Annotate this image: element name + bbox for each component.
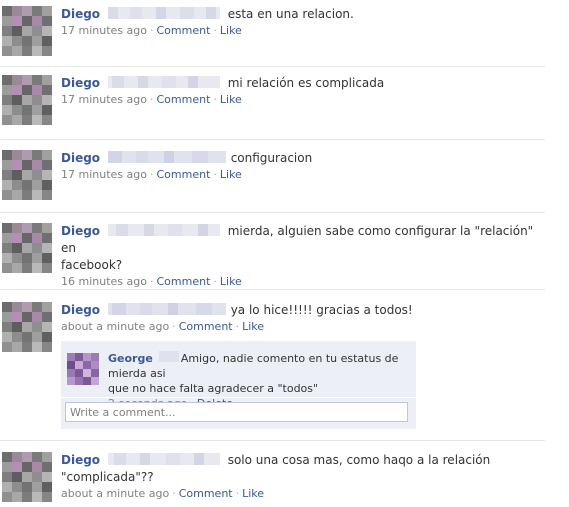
divider	[0, 66, 545, 67]
status-text-continued: facebook?	[61, 258, 123, 272]
status-text: mi relación es complicada	[227, 76, 385, 90]
divider	[0, 440, 545, 441]
redacted-surname	[107, 224, 220, 236]
avatar[interactable]	[2, 302, 52, 352]
avatar[interactable]	[67, 353, 99, 385]
avatar[interactable]	[2, 150, 52, 200]
like-link[interactable]: Like	[242, 320, 264, 333]
comment: George Amigo, nadie comento en tu estatus…	[65, 345, 412, 410]
comment-link[interactable]: Comment	[156, 275, 210, 288]
comment-link[interactable]: Comment	[156, 93, 210, 106]
story-meta: 16 minutes ago · Comment · Like	[61, 275, 242, 288]
author-name[interactable]: Diego	[61, 224, 100, 238]
timestamp[interactable]: 17 minutes ago	[61, 24, 147, 37]
like-link[interactable]: Like	[220, 275, 242, 288]
author-name[interactable]: Diego	[61, 76, 100, 90]
author-name[interactable]: Diego	[61, 303, 100, 317]
feed-story: Diego mi relación es complicada 17 minut…	[0, 75, 545, 131]
author-name[interactable]: Diego	[61, 7, 100, 21]
commenter-name[interactable]: George	[108, 352, 153, 365]
feed-story: Diego configuracion 17 minutes ago · Comme…	[0, 150, 545, 206]
story-meta: about a minute ago · Comment · Like	[61, 320, 265, 333]
divider	[0, 289, 545, 290]
comment-link[interactable]: Comment	[156, 168, 210, 181]
author-name[interactable]: Diego	[61, 151, 100, 165]
like-link[interactable]: Like	[220, 93, 242, 106]
redacted-surname	[107, 151, 226, 163]
avatar[interactable]	[2, 452, 52, 502]
avatar[interactable]	[2, 223, 52, 273]
timestamp[interactable]: 17 minutes ago	[61, 168, 147, 181]
feed-story: Diego solo una cosa mas, como haqo a la …	[0, 452, 545, 506]
story-meta: about a minute ago · Comment · Like	[61, 487, 265, 500]
redacted-surname	[107, 303, 226, 315]
timestamp[interactable]: 16 minutes ago	[61, 275, 147, 288]
timestamp[interactable]: about a minute ago	[61, 487, 169, 500]
avatar[interactable]	[2, 75, 52, 125]
comments-box: George Amigo, nadie comento en tu estatus…	[61, 341, 416, 429]
feed-story: Diego mierda, alguien sabe como configur…	[0, 223, 545, 288]
redacted-surname	[107, 453, 220, 465]
comment-link[interactable]: Comment	[179, 487, 233, 500]
like-link[interactable]: Like	[242, 487, 264, 500]
redacted-surname	[107, 76, 220, 88]
timestamp[interactable]: about a minute ago	[61, 320, 169, 333]
divider	[0, 139, 545, 140]
comment-link[interactable]: Comment	[179, 320, 233, 333]
author-name[interactable]: Diego	[61, 453, 100, 467]
comment-text-continued: que no hace falta agradecer a "todos"	[108, 382, 319, 395]
avatar[interactable]	[2, 6, 52, 56]
status-text: ya lo hice!!!!! gracias a todos!	[230, 303, 413, 317]
redacted-surname	[158, 351, 179, 362]
divider	[61, 397, 416, 398]
story-meta: 17 minutes ago · Comment · Like	[61, 24, 242, 37]
comment-link[interactable]: Comment	[156, 24, 210, 37]
story-meta: 17 minutes ago · Comment · Like	[61, 93, 242, 106]
feed-story: Diego esta en una relacion. 17 minutes a…	[0, 6, 545, 62]
status-text: esta en una relacion.	[227, 7, 354, 21]
timestamp[interactable]: 17 minutes ago	[61, 93, 147, 106]
redacted-surname	[107, 7, 220, 19]
divider	[0, 212, 545, 213]
status-text: configuracion	[230, 151, 313, 165]
like-link[interactable]: Like	[220, 24, 242, 37]
story-meta: 17 minutes ago · Comment · Like	[61, 168, 242, 181]
comment-input[interactable]: Write a comment...	[65, 402, 408, 422]
like-link[interactable]: Like	[220, 168, 242, 181]
